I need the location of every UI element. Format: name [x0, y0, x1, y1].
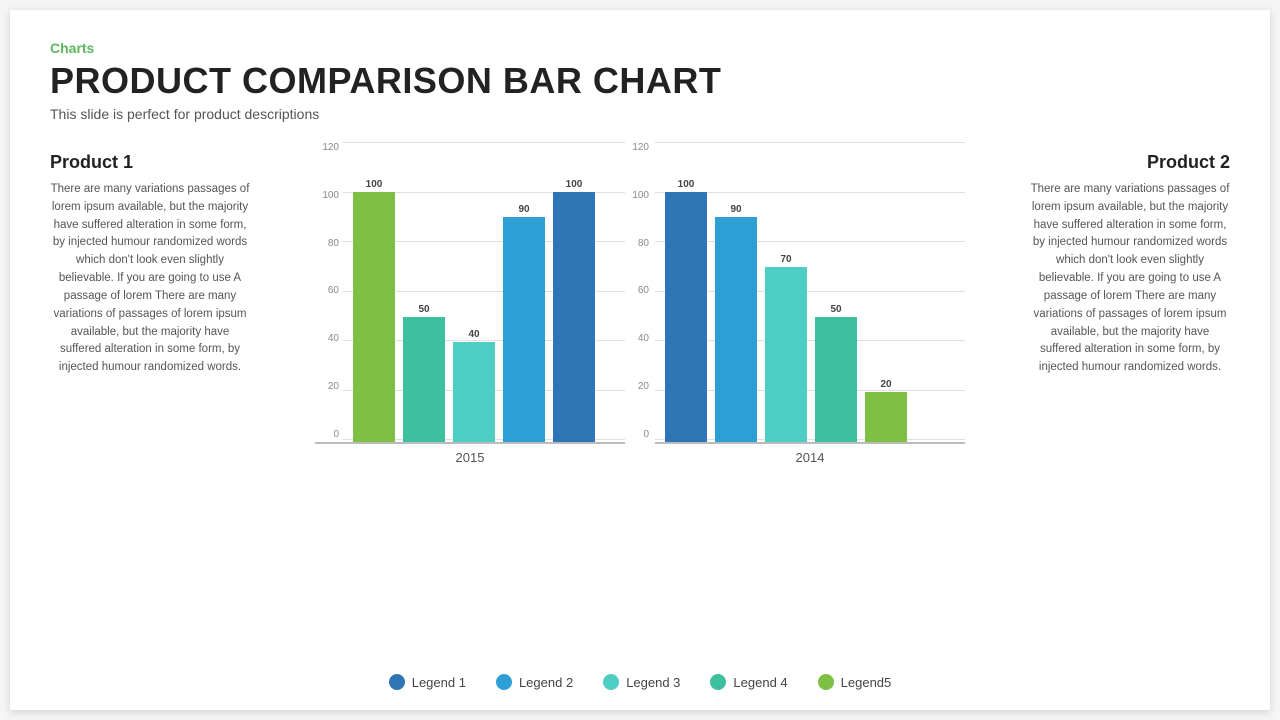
y-label: 20	[315, 381, 343, 392]
chart2-bars: 100 90 70	[655, 142, 965, 442]
legend-label-2: Legend 2	[519, 675, 573, 690]
bar	[503, 217, 545, 442]
legend-dot-5	[818, 674, 834, 690]
legend-dot-2	[496, 674, 512, 690]
content-area: Product 1 There are many variations pass…	[50, 142, 1230, 690]
bar-group: 40	[453, 329, 495, 442]
chart1-year: 2015	[456, 450, 485, 465]
bar-value: 90	[730, 204, 741, 215]
bar	[815, 317, 857, 442]
bar-value: 100	[678, 179, 695, 190]
chart1-baseline	[315, 442, 625, 444]
legend-label-3: Legend 3	[626, 675, 680, 690]
bar-group: 100	[553, 179, 595, 442]
y-label: 0	[625, 429, 653, 440]
charts-label: Charts	[50, 40, 1230, 56]
bar-group: 100	[665, 179, 707, 442]
chart2-wrapper: 100 90 70	[655, 142, 965, 656]
legend-item-1: Legend 1	[389, 674, 466, 690]
bar-group: 70	[765, 254, 807, 442]
bar-value: 70	[780, 254, 791, 265]
bar	[715, 217, 757, 442]
chart2-y-axis: 0 20 40 60 80 100 120	[625, 142, 653, 442]
product2-section: Product 2 There are many variations pass…	[1030, 142, 1230, 690]
legend-label-5: Legend5	[841, 675, 892, 690]
legend-row: Legend 1 Legend 2 Legend 3 Legend 4 Lege…	[389, 666, 892, 690]
legend-dot-4	[710, 674, 726, 690]
bar-value: 100	[366, 179, 383, 190]
bar-value: 100	[566, 179, 583, 190]
legend-item-5: Legend5	[818, 674, 892, 690]
legend-label-4: Legend 4	[733, 675, 787, 690]
chart2-y-axis-container: 0 20 40 60 80 100 120	[625, 142, 655, 656]
y-label: 120	[315, 142, 343, 153]
header-section: Charts PRODUCT COMPARISON BAR CHART This…	[50, 40, 1230, 132]
product1-desc: There are many variations passages of lo…	[50, 181, 250, 377]
chart1-inner: 100 50 40	[343, 142, 625, 442]
bar-value: 40	[468, 329, 479, 340]
chart2-year: 2014	[796, 450, 825, 465]
bar-group: 50	[403, 304, 445, 442]
y-label: 20	[625, 381, 653, 392]
y-label: 40	[315, 333, 343, 344]
legend-dot-1	[389, 674, 405, 690]
y-label: 60	[625, 285, 653, 296]
bar	[403, 317, 445, 442]
bar	[353, 192, 395, 442]
chart1-wrapper: 0 20 40 60 80 100 120	[315, 142, 625, 656]
chart1-area: 0 20 40 60 80 100 120	[315, 142, 625, 442]
bar	[453, 342, 495, 442]
slide: Charts PRODUCT COMPARISON BAR CHART This…	[10, 10, 1270, 710]
bar-group: 50	[815, 304, 857, 442]
bar-group: 20	[865, 379, 907, 442]
bar	[765, 267, 807, 442]
legend-label-1: Legend 1	[412, 675, 466, 690]
y-label: 120	[625, 142, 653, 153]
subtitle: This slide is perfect for product descri…	[50, 106, 1230, 122]
y-label: 100	[315, 190, 343, 201]
y-label: 100	[625, 190, 653, 201]
chart2-inner: 100 90 70	[655, 142, 965, 442]
bar-group: 100	[353, 179, 395, 442]
chart1-bars: 100 50 40	[343, 142, 625, 442]
bar-group: 90	[503, 204, 545, 442]
bar	[865, 392, 907, 442]
bar-group: 90	[715, 204, 757, 442]
y-label: 80	[315, 238, 343, 249]
bar-value: 20	[880, 379, 891, 390]
chart2-baseline	[655, 442, 965, 444]
product1-section: Product 1 There are many variations pass…	[50, 142, 250, 690]
product2-desc: There are many variations passages of lo…	[1030, 181, 1230, 377]
product2-title: Product 2	[1030, 152, 1230, 173]
charts-row: 0 20 40 60 80 100 120	[250, 142, 1030, 656]
legend-dot-3	[603, 674, 619, 690]
y-label: 40	[625, 333, 653, 344]
bar	[665, 192, 707, 442]
legend-item-4: Legend 4	[710, 674, 787, 690]
bar-value: 50	[418, 304, 429, 315]
bar	[553, 192, 595, 442]
legend-item-3: Legend 3	[603, 674, 680, 690]
y-label: 0	[315, 429, 343, 440]
y-label: 80	[625, 238, 653, 249]
y-label: 60	[315, 285, 343, 296]
charts-container: 0 20 40 60 80 100 120	[250, 142, 1030, 690]
legend-item-2: Legend 2	[496, 674, 573, 690]
chart2-area: 100 90 70	[655, 142, 965, 442]
product1-title: Product 1	[50, 152, 250, 173]
main-title: PRODUCT COMPARISON BAR CHART	[50, 60, 1230, 102]
chart1-y-axis: 0 20 40 60 80 100 120	[315, 142, 343, 442]
bar-value: 90	[518, 204, 529, 215]
bar-value: 50	[830, 304, 841, 315]
